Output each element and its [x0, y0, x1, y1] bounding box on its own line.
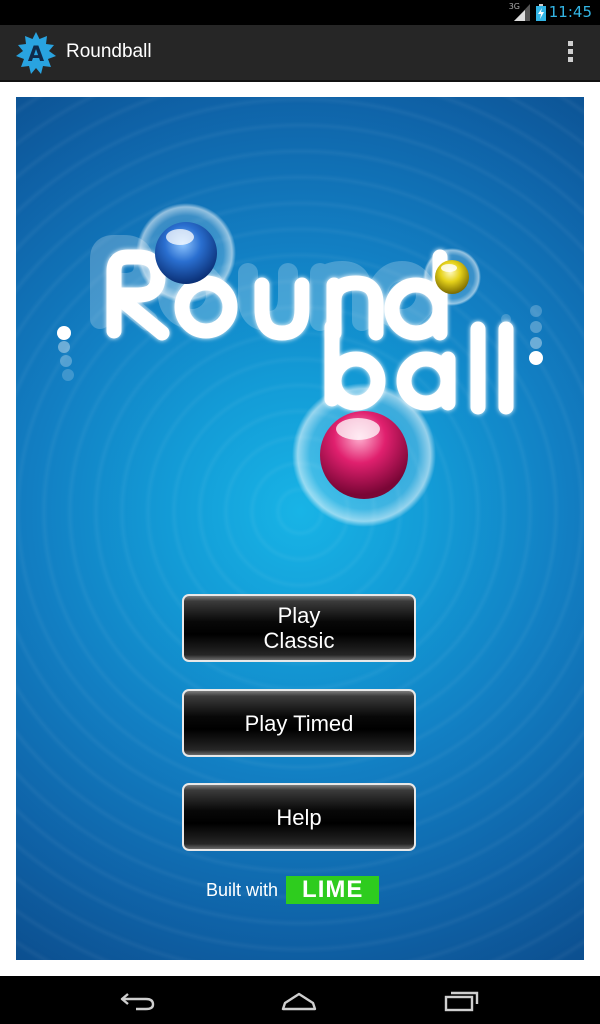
- overflow-menu-icon[interactable]: [560, 38, 580, 68]
- built-with-text: Built with: [206, 879, 279, 900]
- pink-ball: [292, 383, 436, 527]
- play-timed-button[interactable]: Play Timed: [182, 689, 416, 757]
- help-label: Help: [276, 804, 322, 830]
- play-classic-label: Play Classic: [263, 603, 335, 653]
- lime-logo[interactable]: LIME: [286, 876, 380, 904]
- content-area: Play Classic Play Timed Help Built with …: [0, 82, 600, 976]
- signal-icon: [514, 4, 530, 21]
- play-timed-label: Play Timed: [244, 710, 354, 736]
- play-classic-button[interactable]: Play Classic: [182, 594, 416, 662]
- clock: 11:45: [548, 3, 592, 21]
- app-title: Roundball: [66, 41, 152, 62]
- game-canvas[interactable]: Play Classic Play Timed Help Built with …: [16, 97, 584, 960]
- home-icon[interactable]: [279, 988, 319, 1012]
- motion-dots-left: [57, 326, 74, 381]
- status-bar: 3G 11:45: [0, 0, 600, 25]
- roundball-logo: [57, 203, 543, 527]
- help-button[interactable]: Help: [182, 783, 416, 851]
- back-icon[interactable]: [118, 988, 158, 1012]
- blue-ball: [136, 203, 236, 303]
- battery-charging-icon: [536, 4, 546, 21]
- navigation-bar: [0, 976, 600, 1024]
- yellow-ball: [423, 248, 481, 306]
- recent-apps-icon[interactable]: [442, 988, 482, 1012]
- app-icon[interactable]: A: [14, 31, 58, 75]
- built-with-credit: Built with LIME: [206, 876, 380, 904]
- action-bar: A Roundball: [0, 25, 600, 82]
- app-icon-letter: A: [28, 42, 45, 66]
